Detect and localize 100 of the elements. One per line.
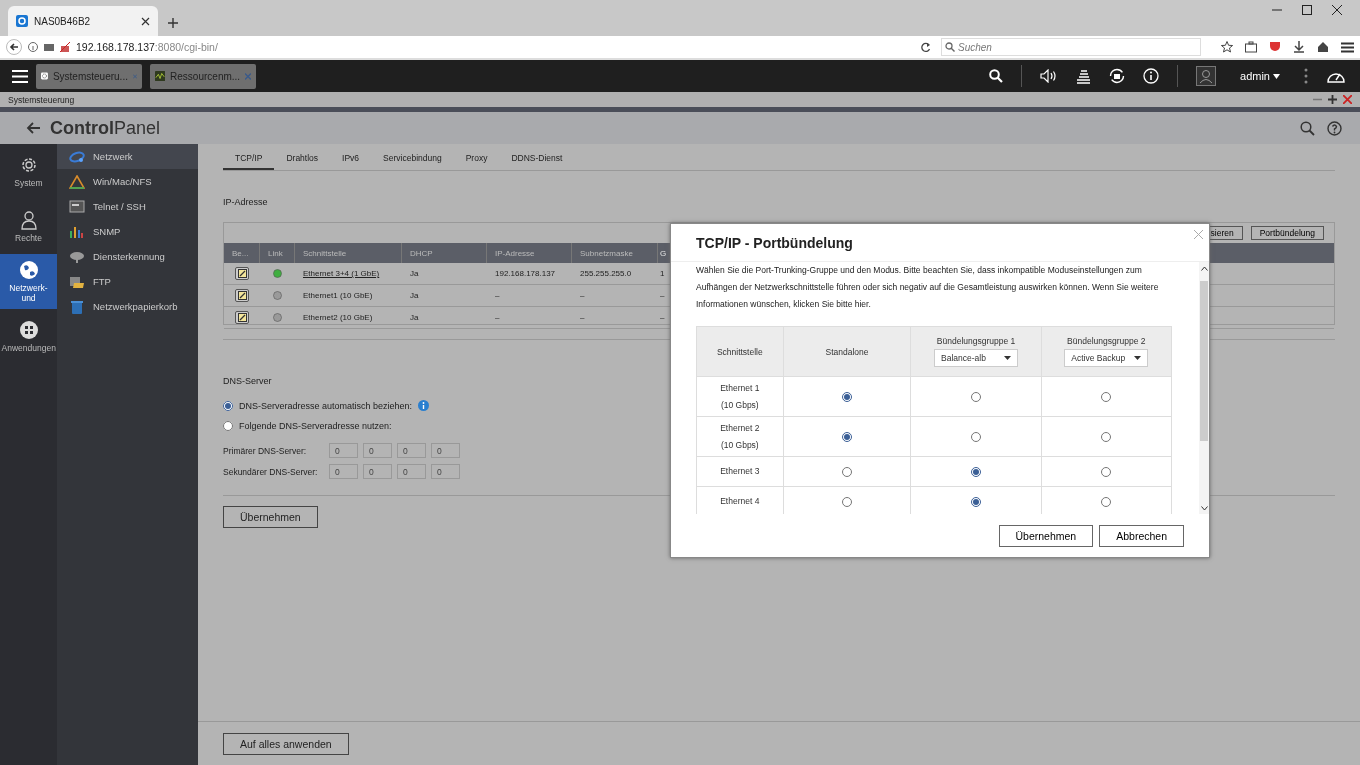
rail-item[interactable]: Netzwerk- und	[0, 254, 57, 309]
sidebar-item[interactable]: FTP	[57, 269, 198, 294]
column-header[interactable]: IP-Adresse	[487, 243, 572, 263]
close-icon[interactable]	[1194, 230, 1203, 239]
radio-button[interactable]	[971, 496, 982, 507]
briefcase-icon	[1245, 41, 1257, 53]
rail-item[interactable]: Rechte	[0, 199, 57, 254]
menu-icon	[12, 69, 28, 83]
radio-button[interactable]	[223, 400, 233, 411]
terminal-icon	[69, 199, 85, 214]
chevron-up-icon[interactable]	[1200, 266, 1208, 271]
tab[interactable]: DDNS-Dienst	[499, 153, 575, 170]
mode-dropdown[interactable]: Active Backup	[1064, 349, 1149, 367]
radio-button[interactable]	[842, 431, 852, 442]
section-title: DNS-Server	[223, 376, 272, 386]
close-icon	[132, 72, 137, 80]
table-cell: –	[580, 313, 585, 322]
caret-icon	[1273, 73, 1280, 79]
stack-icon	[1076, 68, 1092, 84]
column-header[interactable]: Subnetzmaske	[572, 243, 658, 263]
radio-button[interactable]	[842, 496, 852, 507]
dialog-button[interactable]: Übernehmen	[998, 524, 1094, 547]
column-header: Bündelungsgruppe 2	[1066, 336, 1147, 346]
radio-button[interactable]	[971, 466, 982, 477]
search-field[interactable]: Suchen	[941, 38, 1201, 56]
download-icon	[1293, 41, 1305, 53]
radio-button[interactable]	[971, 431, 982, 442]
column-header[interactable]: Be...	[224, 243, 260, 263]
chart-icon	[69, 224, 85, 239]
radio-button[interactable]	[1101, 391, 1112, 402]
close-icon	[141, 16, 150, 26]
gear-icon	[41, 70, 48, 82]
column-header[interactable]: Schnittstelle	[295, 243, 402, 263]
folder-icon	[69, 274, 85, 289]
radio-button[interactable]	[223, 421, 233, 431]
sidebar-item[interactable]: Telnet / SSH	[57, 194, 198, 219]
table-cell: –	[495, 313, 500, 322]
info-icon	[1143, 68, 1160, 84]
mode-dropdown[interactable]: Balance-alb	[934, 349, 1019, 367]
close-icon	[1332, 5, 1342, 15]
table-cell: –	[580, 291, 585, 300]
speaker-icon	[1040, 69, 1059, 83]
sidebar-item[interactable]: Netzwerk	[57, 144, 198, 169]
apps-icon	[18, 320, 39, 340]
close-icon	[245, 72, 251, 80]
tab[interactable]: Proxy	[453, 153, 500, 170]
column-header[interactable]: Link	[260, 243, 295, 263]
search-icon	[989, 69, 1004, 83]
table-cell: Ethernet2 (10 GbE)	[303, 313, 373, 322]
edit-button[interactable]	[235, 289, 249, 302]
triangle-icon	[69, 174, 85, 189]
edit-button[interactable]	[235, 267, 249, 280]
globe-icon	[18, 260, 39, 280]
table-cell: –	[660, 291, 665, 300]
interface-speed: (10 Gbps)	[719, 438, 760, 452]
section-title: IP-Adresse	[223, 197, 268, 207]
radio-button[interactable]	[1101, 496, 1112, 507]
column-header[interactable]: DHCP	[402, 243, 487, 263]
info-icon[interactable]	[418, 400, 430, 411]
browser-tab[interactable]: NAS0B46B2	[8, 6, 158, 36]
tab[interactable]: IPv6	[330, 153, 372, 170]
sidebar-item[interactable]: Netzwerkpapierkorb	[57, 294, 198, 319]
plus-icon	[168, 18, 178, 28]
radio-button[interactable]	[842, 466, 852, 477]
radio-button[interactable]	[1101, 431, 1112, 442]
tab[interactable]: TCP/IP	[223, 153, 275, 170]
url-text[interactable]: 192.168.178.137:8080/cgi-bin/	[76, 37, 914, 57]
interface-name: Ethernet 2	[719, 421, 761, 435]
sidebar-item[interactable]: SNMP	[57, 219, 198, 244]
toolbar-button[interactable]: Portbündelung	[1250, 226, 1324, 240]
radio-button[interactable]	[842, 391, 852, 402]
interface-link[interactable]: Ethernet 3+4 (1 GbE)	[303, 269, 380, 278]
table-cell: Ja	[410, 291, 419, 300]
radio-button[interactable]	[1101, 466, 1112, 477]
chevron-down-icon[interactable]	[1200, 506, 1208, 511]
table-cell: Ethernet1 (10 GbE)	[303, 291, 373, 300]
more-icon	[1304, 68, 1308, 84]
scrollbar[interactable]	[1199, 262, 1209, 514]
edit-button[interactable]	[235, 311, 249, 324]
tab[interactable]: Servicebindung	[371, 153, 454, 170]
sidebar-item[interactable]: Win/Mac/NFS	[57, 169, 198, 194]
dialog-button[interactable]: Abbrechen	[1099, 524, 1184, 547]
radio-button[interactable]	[971, 391, 982, 402]
rail-item[interactable]: Anwendungen	[0, 309, 57, 364]
column-header: Schnittstelle	[715, 346, 764, 357]
column-header[interactable]: G	[658, 243, 670, 263]
trash-icon	[69, 299, 85, 314]
rail-item[interactable]: System	[0, 144, 57, 199]
apply-button[interactable]: Übernehmen	[223, 506, 318, 528]
plus-icon	[1328, 95, 1337, 104]
field-label: Primärer DNS-Server:	[223, 445, 308, 456]
table-cell: Ja	[410, 269, 419, 278]
network-icon	[69, 149, 85, 164]
user-menu[interactable]: admin	[1234, 69, 1286, 83]
apply-all-button[interactable]: Auf alles anwenden	[223, 732, 349, 755]
tab[interactable]: Drahtlos	[274, 153, 331, 170]
search-icon	[1300, 120, 1315, 136]
caret-icon	[1134, 356, 1142, 360]
sidebar-item[interactable]: Diensterkennung	[57, 244, 198, 269]
app-logo-icon	[16, 15, 28, 27]
